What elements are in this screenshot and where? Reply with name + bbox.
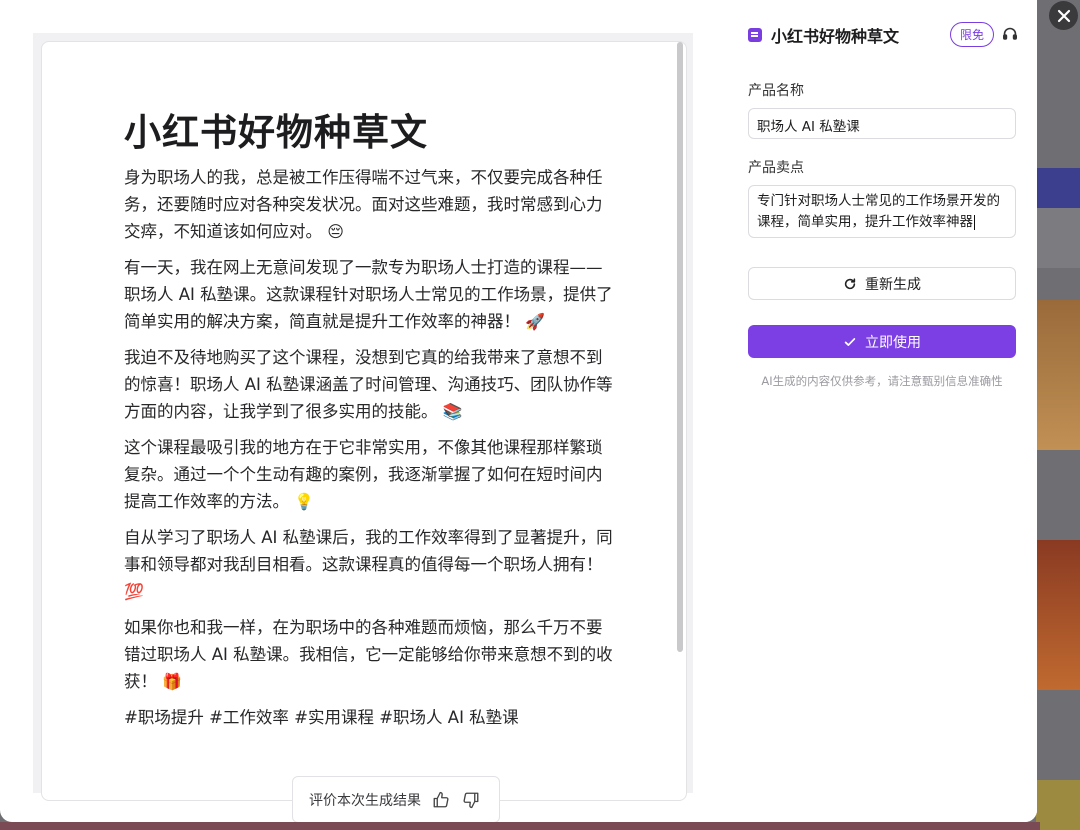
backdrop-fragment [0,822,1040,830]
hashtags: #职场提升 #工作效率 #实用课程 #职场人 AI 私塾课 [124,708,519,727]
paragraph-emoji: 💯 [124,582,144,601]
document-paragraph: 我迫不及待地购买了这个课程，没想到它真的给我带来了意想不到的惊喜！职场人 AI … [124,344,614,425]
paragraph-text: 身为职场人的我，总是被工作压得喘不过气来，不仅要完成各种任务，还要随时应对各种突… [124,168,603,241]
rating-box: 评价本次生成结果 [292,776,500,822]
generator-modal: 小红书好物种草文 身为职场人的我，总是被工作压得喘不过气来，不仅要完成各种任务，… [0,0,1037,822]
backdrop-fragment [1036,208,1080,268]
backdrop-fragment [1036,168,1080,208]
free-badge: 限免 [950,22,994,47]
document-paragraph: 自从学习了职场人 AI 私塾课后，我的工作效率得到了显著提升，同事和领导都对我刮… [124,524,614,605]
paragraph-emoji: 🚀 [525,312,546,331]
selling-point-label: 产品卖点 [748,160,804,176]
document-paragraph: 身为职场人的我，总是被工作压得喘不过气来，不仅要完成各种任务，还要随时应对各种突… [124,164,614,245]
preview-pane: 小红书好物种草文 身为职场人的我，总是被工作压得喘不过气来，不仅要完成各种任务，… [33,33,693,822]
backdrop-fragment [1036,780,1080,830]
check-icon [844,337,856,346]
paragraph-text: 如果你也和我一样，在为职场中的各种难题而烦恼，那么千万不要错过职场人 AI 私塾… [124,618,613,691]
product-name-label: 产品名称 [748,83,804,99]
paragraph-text: 我迫不及待地购买了这个课程，没想到它真的给我带来了意想不到的惊喜！职场人 AI … [124,348,613,421]
document-body: 身为职场人的我，总是被工作压得喘不过气来，不仅要完成各种任务，还要随时应对各种突… [124,164,614,740]
paragraph-text: 这个课程最吸引我的地方在于它非常实用，不像其他课程那样繁琐复杂。通过一个个生动有… [124,438,603,511]
backdrop-fragment [1036,540,1080,690]
paragraph-emoji: 😔 [327,222,344,241]
paragraph-emoji: 💡 [294,492,315,511]
use-now-button[interactable]: 立即使用 [748,325,1016,358]
thumb-down-icon[interactable] [461,790,481,810]
text-caret [974,214,975,230]
selling-point-value: 专门针对职场人士常见的工作场景开发的课程，简单实用，提升工作效率神器 [757,193,1000,230]
panel-title: 小红书好物种草文 [771,27,900,46]
document-title: 小红书好物种草文 [124,111,428,154]
refresh-icon [844,277,856,289]
headset-icon[interactable] [1002,26,1018,42]
paragraph-emoji: 🎁 [162,672,183,691]
regenerate-label: 重新生成 [865,276,921,293]
paragraph-text: 自从学习了职场人 AI 私塾课后，我的工作效率得到了显著提升，同事和领导都对我刮… [124,528,613,574]
settings-panel: 小红书好物种草文 限免 产品名称 职场人 AI 私塾课 产品卖点 专门针对职场人… [728,0,1037,822]
document-app-icon [748,28,762,42]
paragraph-emoji: 📚 [442,402,463,421]
document-paragraph: 有一天，我在网上无意间发现了一款专为职场人士打造的课程——职场人 AI 私塾课。… [124,254,614,335]
close-icon [1057,9,1070,22]
regenerate-button[interactable]: 重新生成 [748,267,1016,300]
close-button[interactable] [1049,1,1078,30]
rating-label: 评价本次生成结果 [309,792,421,809]
generated-document: 小红书好物种草文 身为职场人的我，总是被工作压得喘不过气来，不仅要完成各种任务，… [41,41,687,801]
preview-scrollbar[interactable] [677,42,683,652]
use-now-label: 立即使用 [865,334,921,351]
panel-header: 小红书好物种草文 限免 [748,22,1020,48]
ai-disclaimer: AI生成的内容仅供参考，请注意甄别信息准确性 [761,374,1003,388]
document-paragraph: 如果你也和我一样，在为职场中的各种难题而烦恼，那么千万不要错过职场人 AI 私塾… [124,614,614,695]
backdrop-fragment [1036,300,1080,450]
product-name-input[interactable]: 职场人 AI 私塾课 [748,108,1016,139]
document-paragraph: 这个课程最吸引我的地方在于它非常实用，不像其他课程那样繁琐复杂。通过一个个生动有… [124,434,614,515]
thumb-up-icon[interactable] [431,790,451,810]
selling-point-textarea[interactable]: 专门针对职场人士常见的工作场景开发的课程，简单实用，提升工作效率神器 [748,185,1016,238]
